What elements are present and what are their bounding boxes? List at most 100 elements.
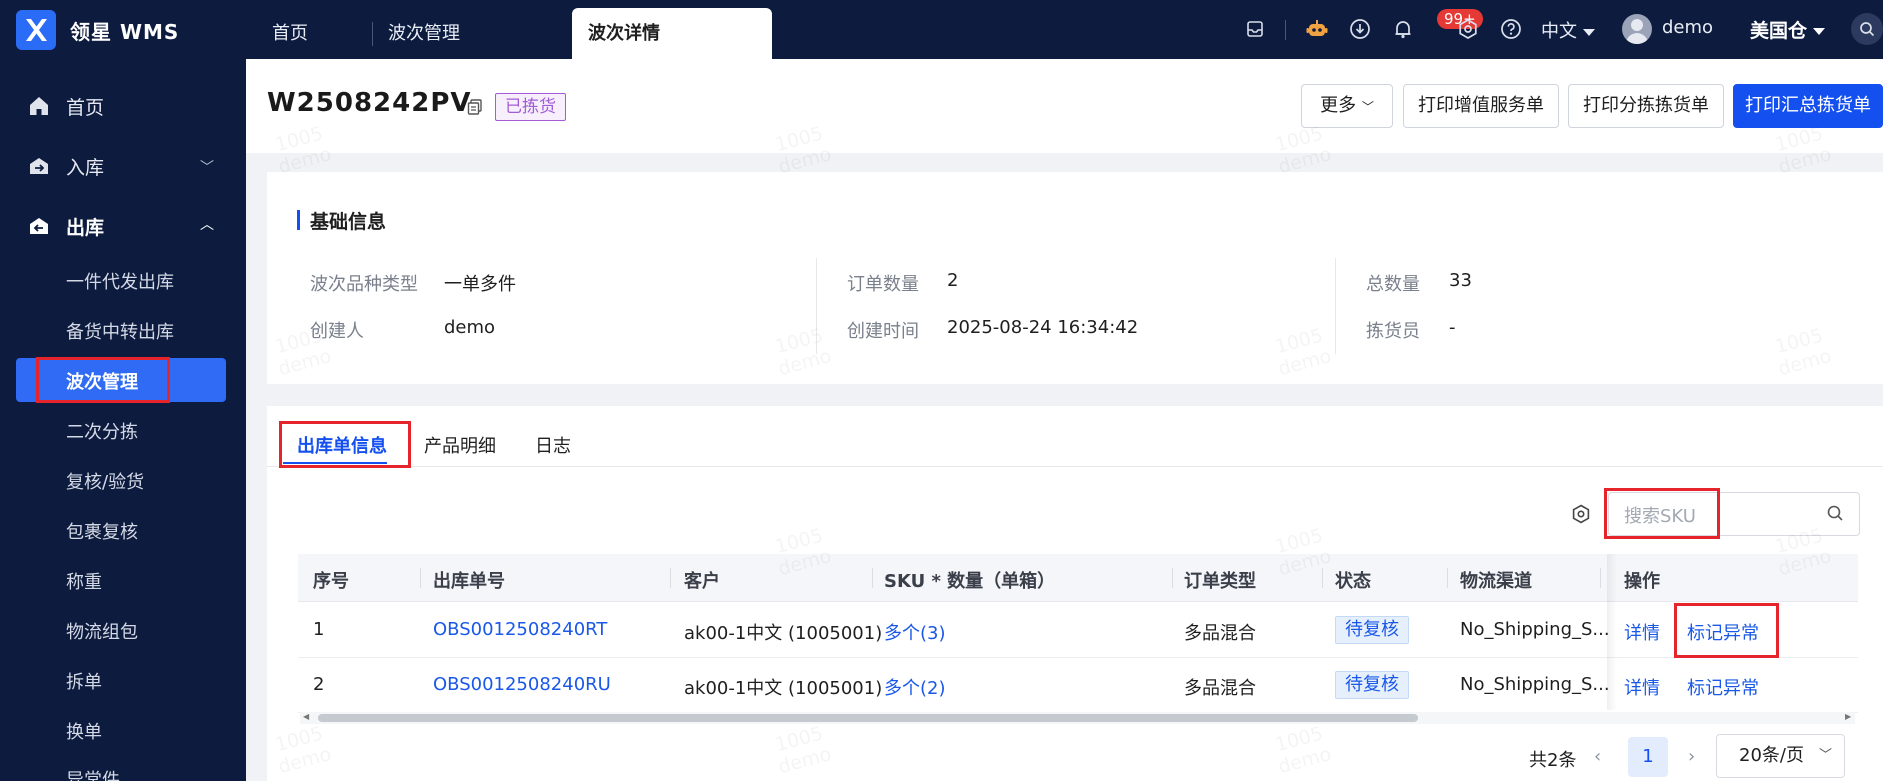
column-divider [1335,258,1336,354]
status-badge: 待复核 [1335,671,1409,699]
language-label: 中文 [1541,21,1577,42]
sidebar-subitem-review[interactable]: 复核/验货 [66,468,144,494]
chevron-down-icon: ﹀ [1818,748,1832,763]
search-icon[interactable] [1851,13,1883,45]
avatar[interactable] [1622,14,1652,44]
sidebar-subitem-dropship[interactable]: 一件代发出库 [66,268,174,294]
created-time-value: 2025-08-24 16:34:42 [947,317,1139,338]
username[interactable]: demo [1662,17,1713,38]
sidebar-item-outbound[interactable]: 出库 [26,211,104,241]
column-header: 状态 [1335,571,1371,592]
picker-value: - [1449,317,1456,338]
detail-link[interactable]: 详情 [1624,674,1660,700]
annotation-highlight-box [1604,488,1720,539]
mark-exception-link[interactable]: 标记异常 [1687,674,1759,700]
sidebar-subitem-exceptions[interactable]: 异常件 [66,766,120,781]
column-header: 订单类型 [1184,571,1256,592]
detail-link[interactable]: 详情 [1624,619,1660,645]
icon-divider [1285,20,1286,40]
tab-wave-detail[interactable]: 波次详情 [572,8,772,59]
tab-home[interactable]: 首页 [256,8,324,59]
settings-icon[interactable] [1455,16,1481,42]
order-count-label: 订单数量 [847,274,919,295]
bell-icon[interactable] [1390,16,1416,42]
order-no-link[interactable]: OBS0012508240RT [433,619,607,640]
column-divider [816,258,817,354]
order-type-cell: 多品混合 [1184,678,1256,699]
column-header: 出库单号 [433,571,505,592]
row-index: 1 [313,619,325,640]
chevron-down-icon: ﹀ [1361,100,1374,114]
scrollbar-thumb[interactable] [318,714,1418,722]
help-icon[interactable] [1498,16,1524,42]
chevron-down-icon [1583,28,1595,36]
creator-label: 创建人 [310,321,364,342]
tab-product-details[interactable]: 产品明细 [424,432,496,458]
total-qty-value: 33 [1449,270,1472,291]
scroll-left-icon[interactable]: ◀ [303,712,309,721]
pagination-total: 共2条 [1529,750,1577,771]
brand-logo[interactable] [16,10,56,50]
page-number[interactable]: 1 [1628,737,1668,777]
sidebar-subitem-logistics-pack[interactable]: 物流组包 [66,618,138,644]
column-header: 操作 [1624,571,1660,592]
language-select[interactable]: 中文 [1541,17,1595,43]
customer-cell: ak00-1中文 (1005001) [684,678,883,699]
chevron-down-icon[interactable]: ﹀ [200,157,214,177]
warehouse-select[interactable]: 美国仓 [1750,16,1826,43]
status-badge: 已拣货 [495,93,566,121]
customer-cell: ak00-1中文 (1005001) [684,623,883,644]
robot-icon[interactable] [1304,16,1330,42]
column-header: SKU * 数量（单箱） [884,571,1056,592]
print-summary-button[interactable]: 打印汇总拣货单 [1733,84,1883,128]
sidebar-subitem-swap-order[interactable]: 换单 [66,718,102,744]
print-vas-button[interactable]: 打印增值服务单 [1403,84,1559,128]
sku-qty-link[interactable]: 多个(3) [884,619,946,645]
page-title: W2508242PV [267,88,472,118]
inbox-icon[interactable] [1242,16,1268,42]
created-time-label: 创建时间 [847,321,919,342]
sidebar-subitem-transfer[interactable]: 备货中转出库 [66,318,174,344]
column-divider [872,568,873,588]
more-label: 更多 [1320,95,1357,116]
column-header: 客户 [684,571,720,592]
prev-page-icon[interactable]: ‹ [1594,746,1601,767]
column-divider [1600,568,1601,588]
more-button[interactable]: 更多 ﹀ [1301,84,1393,128]
brand-name: 领星 WMS [70,20,180,44]
tab-wave-management[interactable]: 波次管理 [372,8,476,59]
page-size-label: 20条/页 [1739,745,1804,766]
picker-label: 拣货员 [1366,321,1420,342]
page-size-select[interactable]: 20条/页 ﹀ [1716,734,1845,778]
column-divider [670,568,671,588]
wave-type-label: 波次品种类型 [310,274,418,295]
sidebar-item-inbound[interactable]: 入库 [26,151,104,181]
wave-type-value: 一单多件 [444,274,516,295]
next-page-icon[interactable]: › [1688,746,1695,767]
section-title: 基础信息 [310,211,387,233]
sidebar-subitem-package-review[interactable]: 包裹复核 [66,518,138,544]
sidebar-item-home[interactable]: 首页 [26,91,104,121]
order-count-value: 2 [947,270,959,291]
column-settings-icon[interactable] [1570,503,1592,525]
order-no-link[interactable]: OBS0012508240RU [433,674,611,695]
print-sort-button[interactable]: 打印分拣拣货单 [1568,84,1724,128]
copy-icon[interactable] [466,98,484,116]
sidebar-subitem-secondary-sort[interactable]: 二次分拣 [66,418,138,444]
inbound-icon [26,153,52,179]
warehouse-label: 美国仓 [1750,20,1808,42]
tab-log[interactable]: 日志 [535,432,571,458]
sidebar-subitem-split-order[interactable]: 拆单 [66,668,102,694]
chevron-up-icon[interactable]: ︿ [200,214,214,234]
column-divider [420,568,421,588]
sidebar-subitem-weighing[interactable]: 称重 [66,568,102,594]
fixed-column-shadow [1607,554,1617,710]
search-icon[interactable] [1826,504,1844,526]
sku-qty-link[interactable]: 多个(2) [884,674,946,700]
section-accent [297,210,300,230]
download-icon[interactable] [1347,16,1373,42]
scroll-right-icon[interactable]: ▶ [1845,712,1851,721]
chevron-down-icon [1813,28,1826,35]
row-index: 2 [313,674,325,695]
column-divider [1172,568,1173,588]
